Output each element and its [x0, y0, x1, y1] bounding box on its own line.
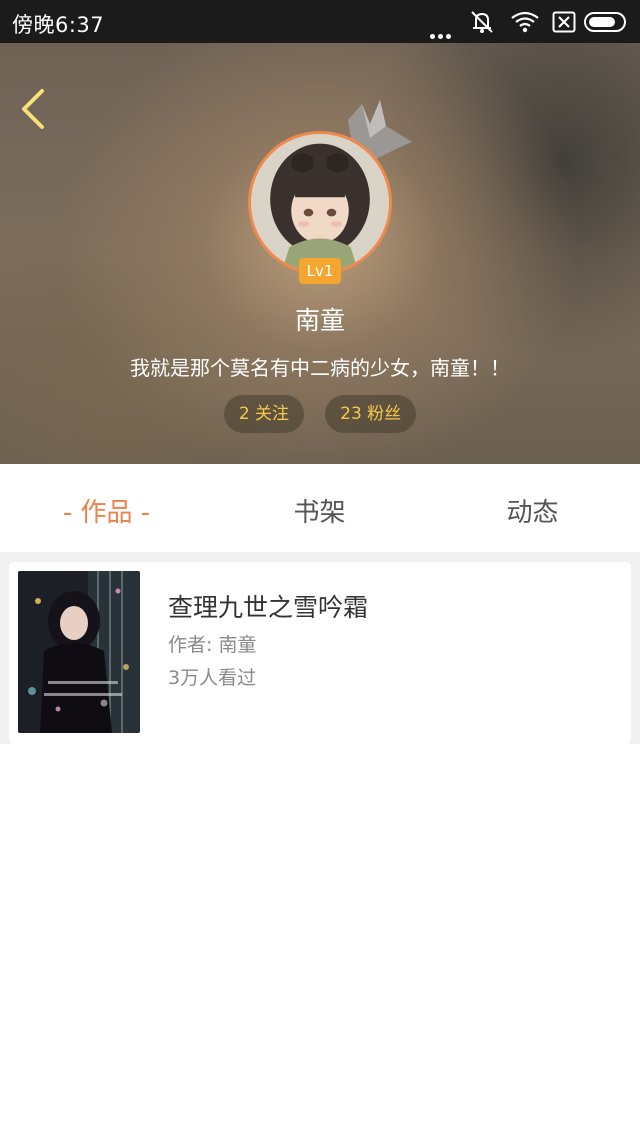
following-button[interactable]: 2 关注 — [223, 395, 305, 433]
stats-row: 2 关注 23 粉丝 — [0, 395, 640, 433]
status-icons — [418, 10, 628, 39]
followers-button[interactable]: 23 粉丝 — [325, 395, 417, 433]
status-time: 傍晚6:37 — [12, 13, 105, 37]
user-bio: 我就是那个莫名有中二病的少女，南童！！ — [130, 356, 510, 380]
profile-tabs: - 作品 - 书架 动态 — [0, 464, 640, 552]
book-author: 作者: 南童 — [168, 634, 257, 656]
level-badge: Lv1 — [299, 258, 341, 284]
works-list: 查理九世之雪吟霜 作者: 南童 3万人看过 — [0, 552, 640, 744]
tab-works[interactable]: - 作品 - — [0, 492, 213, 529]
wifi-icon — [511, 11, 539, 33]
tab-activity[interactable]: 动态 — [426, 492, 639, 529]
status-bar: 傍晚6:37 — [0, 0, 640, 43]
avatar[interactable] — [248, 131, 392, 275]
profile-header: Lv1 南童 我就是那个莫名有中二病的少女，南童！！ 2 关注 23 粉丝 — [0, 43, 640, 464]
more-dots-icon — [430, 24, 454, 43]
username: 南童 — [294, 306, 345, 335]
avatar-image — [251, 134, 389, 272]
chevron-left-icon — [22, 89, 44, 129]
bell-muted-icon — [471, 11, 493, 33]
book-title: 查理九世之雪吟霜 — [168, 593, 369, 622]
book-cover-image — [18, 571, 140, 733]
book-views: 3万人看过 — [168, 667, 257, 689]
tab-bookshelf[interactable]: 书架 — [213, 492, 426, 529]
no-sim-icon — [552, 11, 576, 33]
book-cover — [18, 571, 140, 733]
back-button[interactable] — [14, 83, 58, 133]
list-item[interactable]: 查理九世之雪吟霜 作者: 南童 3万人看过 — [9, 562, 631, 744]
battery-icon — [584, 12, 626, 32]
